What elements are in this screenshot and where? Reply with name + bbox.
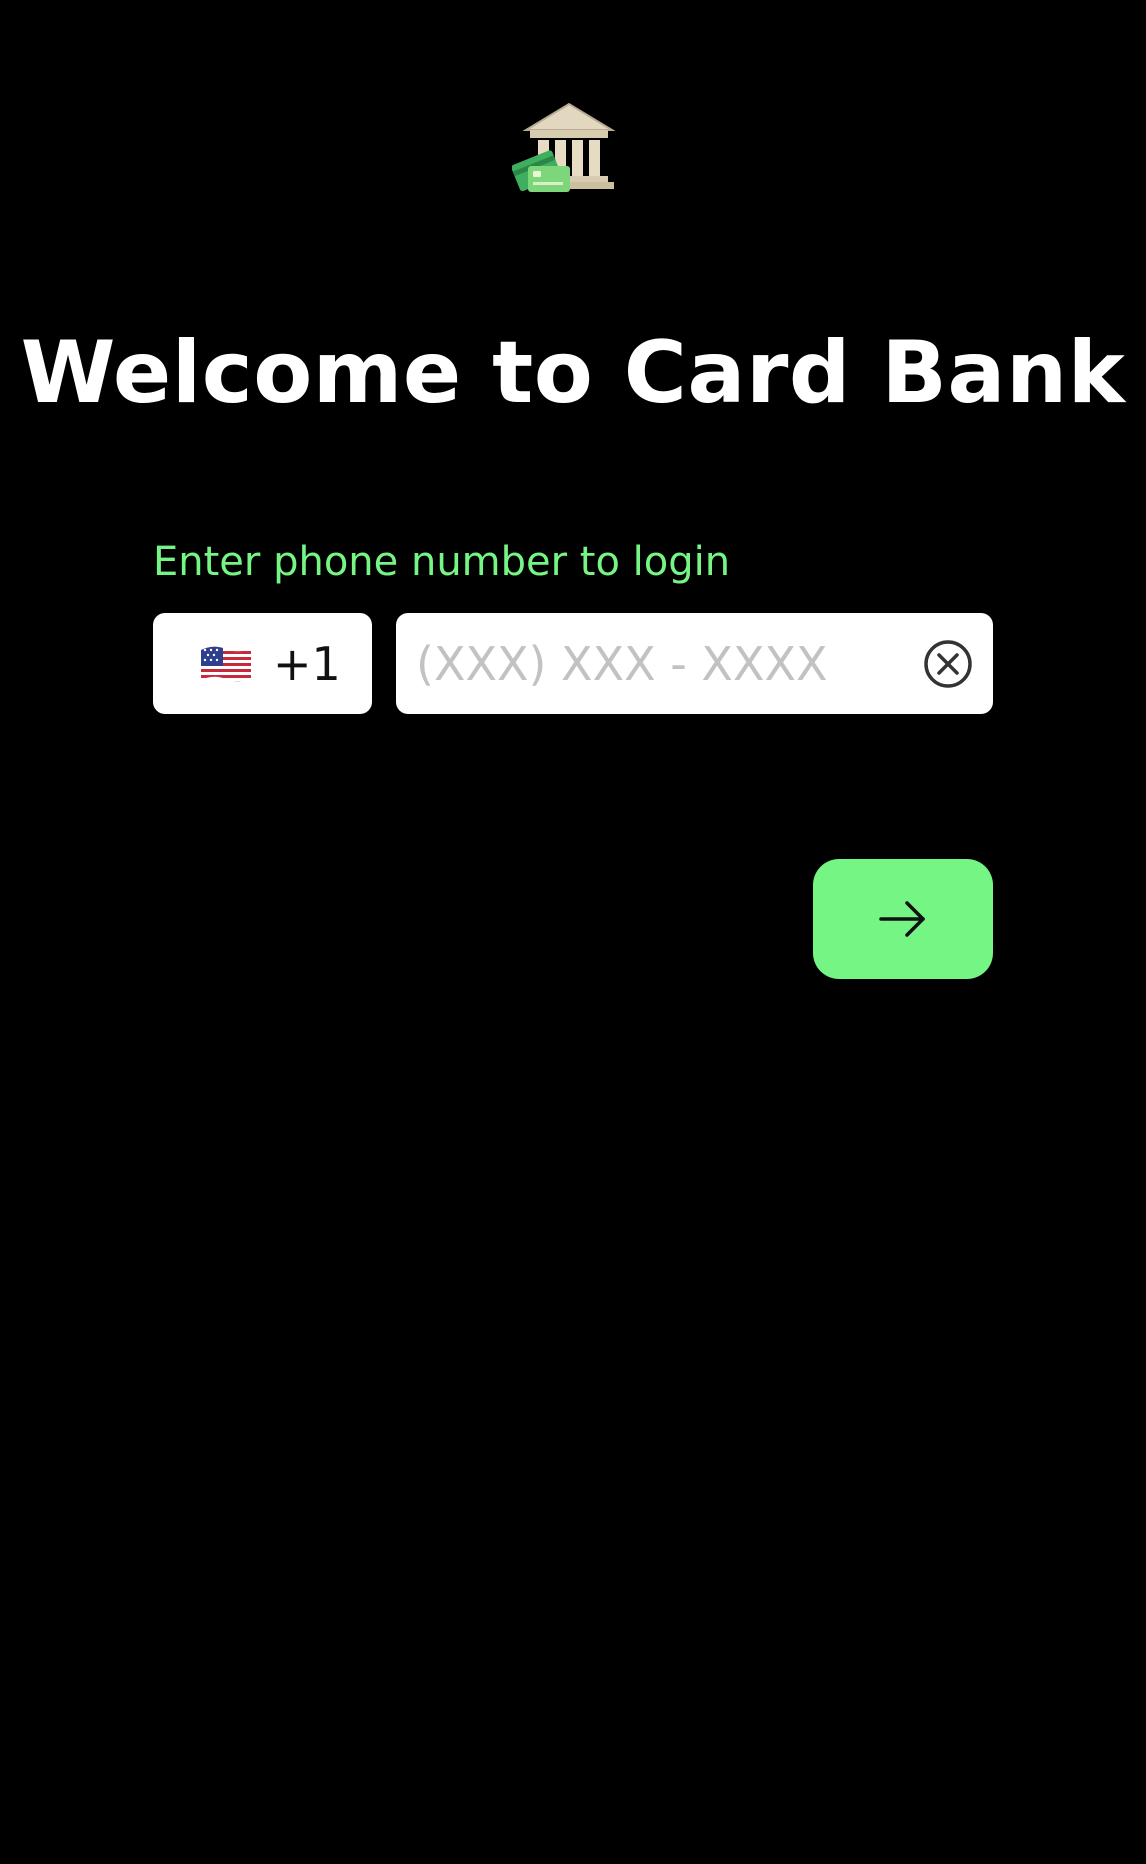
- country-code: +1: [273, 636, 341, 691]
- phone-number-input[interactable]: [416, 613, 896, 714]
- country-code-selector[interactable]: +1: [153, 613, 372, 714]
- bank-with-cards-icon: [511, 98, 624, 194]
- next-button[interactable]: [813, 859, 993, 979]
- login-prompt-label: Enter phone number to login: [153, 539, 731, 585]
- page-title: Welcome to Card Bank: [20, 323, 1126, 423]
- us-flag-icon: [199, 644, 253, 684]
- arrow-right-icon: [879, 901, 925, 937]
- clear-circle-x-icon[interactable]: [922, 638, 974, 690]
- phone-number-field: [396, 613, 993, 714]
